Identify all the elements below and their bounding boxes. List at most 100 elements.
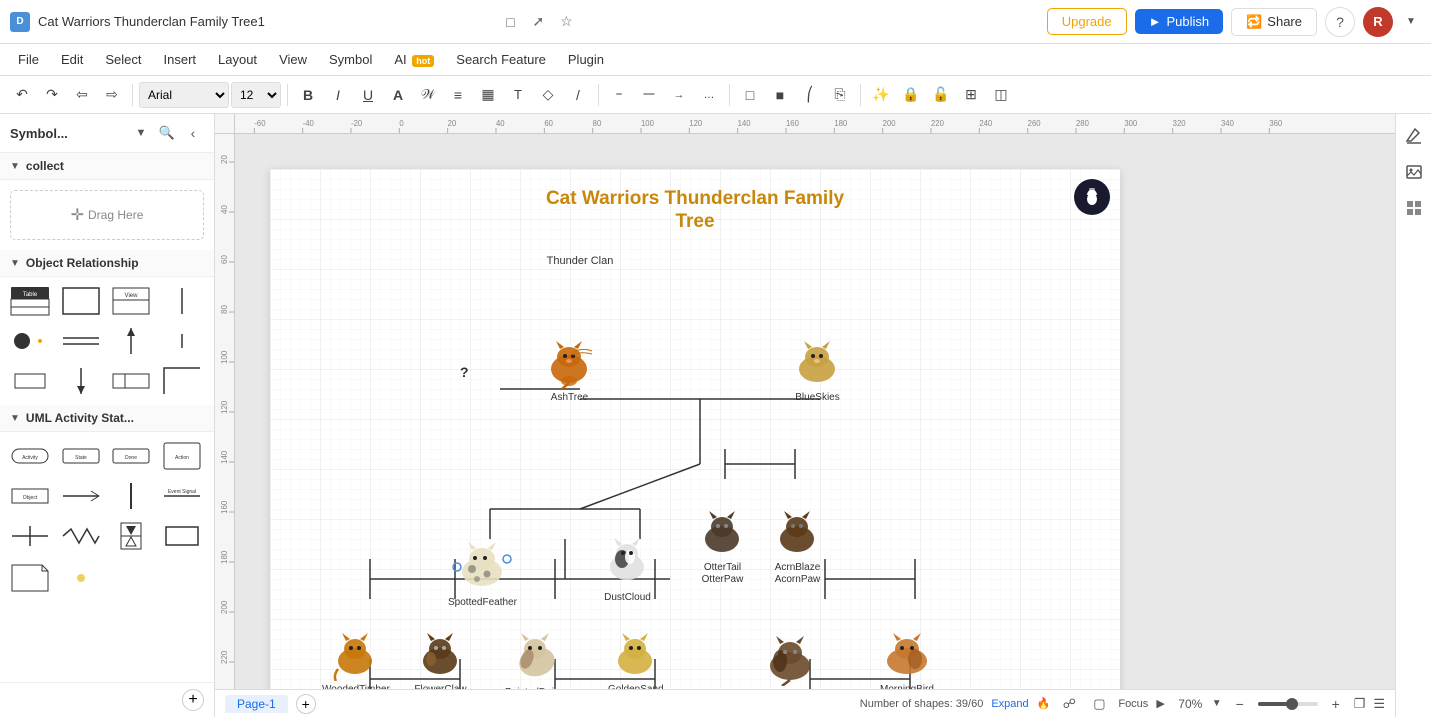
pen-button[interactable]: /: [564, 81, 592, 109]
zoom-slider[interactable]: [1258, 702, 1318, 706]
uml-shape-diamond[interactable]: [8, 518, 52, 554]
section-object-relationship[interactable]: ▼ Object Relationship: [0, 250, 214, 277]
uml-shape-hourglass[interactable]: [109, 518, 153, 554]
drag-here-area[interactable]: ✛ Drag Here: [10, 190, 204, 240]
node-ashtree[interactable]: AshTree: [542, 339, 597, 403]
table-button[interactable]: ⎘: [826, 81, 854, 109]
crop-button[interactable]: ⎛: [796, 81, 824, 109]
text-button[interactable]: T: [504, 81, 532, 109]
shape-table-dark[interactable]: Table: [8, 283, 52, 319]
menu-view[interactable]: View: [269, 48, 317, 71]
expand-label[interactable]: Expand: [991, 698, 1028, 710]
section-uml-activity[interactable]: ▼ UML Activity Stat...: [0, 405, 214, 432]
sidebar-search-icon[interactable]: 🔍: [156, 122, 178, 144]
export-icon[interactable]: ➚: [527, 11, 549, 33]
bold-button[interactable]: B: [294, 81, 322, 109]
align-button[interactable]: ≡: [444, 81, 472, 109]
undo-button[interactable]: ↶: [8, 81, 36, 109]
uml-shape-done[interactable]: Done: [109, 438, 153, 474]
uml-shape-action[interactable]: Action: [160, 438, 204, 474]
line-style-button[interactable]: ⎯⎯: [635, 81, 663, 109]
menu-plugin[interactable]: Plugin: [558, 48, 614, 71]
menu-search-feature[interactable]: Search Feature: [446, 48, 556, 71]
menu-ai[interactable]: AI hot: [384, 48, 444, 71]
node-painteddaisy[interactable]: PaintedDaisy: [505, 629, 564, 698]
section-collect[interactable]: ▼ collect: [0, 153, 214, 180]
menu-edit[interactable]: Edit: [51, 48, 93, 71]
shape-line-double[interactable]: [59, 323, 103, 359]
publish-button[interactable]: ► Publish: [1135, 9, 1224, 34]
uml-shape-obj[interactable]: Object: [8, 478, 52, 514]
font-family-select[interactable]: Arial: [139, 82, 229, 108]
right-panel-grid-btn[interactable]: [1400, 194, 1428, 222]
sidebar-dropdown-icon[interactable]: ▼: [130, 122, 152, 144]
sidebar-collapse-icon[interactable]: ‹: [182, 122, 204, 144]
account-dropdown-icon[interactable]: ▼: [1401, 7, 1421, 37]
uml-shape-labeled-line[interactable]: Event Signal: [160, 478, 204, 514]
right-panel-image-btn[interactable]: [1400, 158, 1428, 186]
underline-button[interactable]: U: [354, 81, 382, 109]
shape-line-short[interactable]: [160, 323, 204, 359]
shape-rect-text[interactable]: View: [109, 283, 153, 319]
shape-rect-l[interactable]: [109, 363, 153, 399]
rect-button[interactable]: □: [736, 81, 764, 109]
arrow-button[interactable]: →: [665, 81, 693, 109]
menu-insert[interactable]: Insert: [154, 48, 207, 71]
shape-line-corner[interactable]: [160, 363, 204, 399]
lock-button[interactable]: 🔒: [897, 81, 925, 109]
connector-button[interactable]: ⎯: [605, 81, 633, 109]
uml-shape-dot-yellow[interactable]: [59, 560, 103, 596]
uml-shape-vline[interactable]: [109, 478, 153, 514]
help-button[interactable]: ?: [1325, 7, 1355, 37]
page-tab[interactable]: Page-1: [225, 695, 288, 713]
node-flowerclaw[interactable]: FlowerClaw: [413, 631, 468, 695]
uml-shape-state[interactable]: State: [59, 438, 103, 474]
frame-button[interactable]: ▢: [1088, 693, 1110, 715]
group-button[interactable]: ⊞: [957, 81, 985, 109]
shadow-button[interactable]: ■: [766, 81, 794, 109]
node-dustcloud[interactable]: DustCloud: [600, 534, 655, 603]
uml-shape-line[interactable]: [59, 478, 103, 514]
node-woodedtimber[interactable]: WoodedTimber: [322, 631, 390, 695]
valign-button[interactable]: ▦: [474, 81, 502, 109]
menu-layout[interactable]: Layout: [208, 48, 267, 71]
node-ottertail[interactable]: OtterTailOtterPaw: [695, 509, 750, 586]
uml-shape-note[interactable]: [8, 560, 52, 596]
share-button[interactable]: 🔁 Share: [1231, 8, 1317, 36]
font-color-button[interactable]: A: [384, 81, 412, 109]
fullscreen-button[interactable]: ❐: [1354, 696, 1366, 712]
menu-symbol[interactable]: Symbol: [319, 48, 382, 71]
right-panel-edit-btn[interactable]: [1400, 122, 1428, 150]
node-morningbird[interactable]: MorningBird: [877, 631, 937, 695]
magic-button[interactable]: ✨: [867, 81, 895, 109]
zoom-in-button[interactable]: +: [1326, 694, 1346, 714]
uml-shape-activity[interactable]: Activity: [8, 438, 52, 474]
zoom-dropdown-icon[interactable]: ▼: [1212, 698, 1222, 709]
shape-rect-outline[interactable]: [59, 283, 103, 319]
star-icon[interactable]: ☆: [555, 11, 577, 33]
toolbar-forward[interactable]: ⇨: [98, 81, 126, 109]
panel-icon[interactable]: □: [499, 11, 521, 33]
font-size-select[interactable]: 12: [231, 82, 281, 108]
canvas-content[interactable]: Cat Warriors Thunderclan Family Tree Thu…: [255, 154, 1395, 717]
grid-button[interactable]: ◫: [987, 81, 1015, 109]
play-button[interactable]: ▶: [1156, 697, 1164, 710]
avatar[interactable]: R: [1363, 7, 1393, 37]
shape-rect-small[interactable]: [8, 363, 52, 399]
more-options-button[interactable]: ☰: [1373, 696, 1385, 712]
unlock-button[interactable]: 🔓: [927, 81, 955, 109]
dash-button[interactable]: …: [695, 81, 723, 109]
redo-button[interactable]: ↷: [38, 81, 66, 109]
uml-shape-rect2[interactable]: [160, 518, 204, 554]
node-goldensand[interactable]: GoldenSand: [608, 631, 664, 695]
layers-button[interactable]: ☍: [1058, 693, 1080, 715]
shape-circle-black[interactable]: [8, 323, 52, 359]
shape-button[interactable]: ◇: [534, 81, 562, 109]
menu-file[interactable]: File: [8, 48, 49, 71]
upgrade-button[interactable]: Upgrade: [1047, 8, 1127, 35]
node-blueskies[interactable]: BlueSkies: [790, 339, 845, 403]
uml-shape-zigzag[interactable]: [59, 518, 103, 554]
zoom-out-button[interactable]: −: [1230, 694, 1250, 714]
shape-line-v[interactable]: [160, 283, 204, 319]
node-spottedfeather[interactable]: SpottedFeather: [448, 539, 517, 608]
